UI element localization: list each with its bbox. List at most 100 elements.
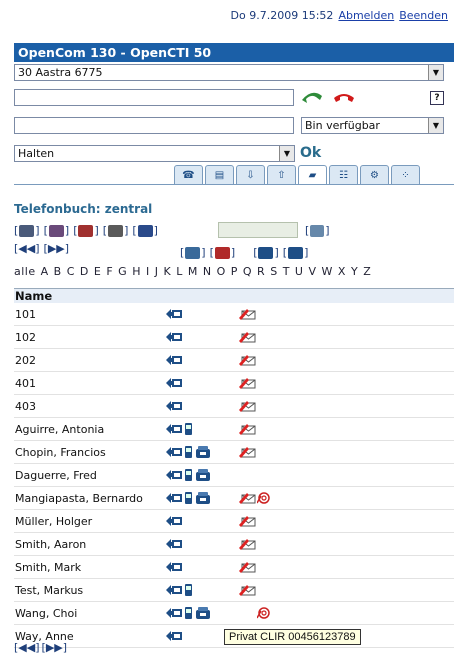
call-business-icon[interactable]	[166, 584, 182, 596]
alpha-letter[interactable]: C	[67, 265, 75, 278]
call-business-icon[interactable]	[166, 469, 182, 481]
edit-entry-icon[interactable]	[238, 515, 256, 527]
exit-link[interactable]: Beenden	[399, 9, 448, 22]
import-button[interactable]: []	[253, 246, 279, 259]
alpha-letter[interactable]: K	[163, 265, 171, 278]
call-mobile-icon[interactable]	[185, 607, 192, 619]
call-private-icon[interactable]	[196, 446, 210, 458]
alpha-letter[interactable]: M	[188, 265, 198, 278]
next-page-button-bottom[interactable]: [▶▶]	[42, 641, 68, 654]
call-action-select[interactable]: Halten ▼	[14, 145, 295, 162]
logout-link[interactable]: Abmelden	[338, 9, 394, 22]
alpha-letter[interactable]: Z	[363, 265, 371, 278]
alpha-letter[interactable]: E	[94, 265, 101, 278]
call-business-icon[interactable]	[166, 492, 182, 504]
alpha-letter[interactable]: N	[203, 265, 212, 278]
new-entry-button[interactable]: []	[180, 246, 206, 259]
status-message-input[interactable]	[14, 117, 294, 134]
alpha-letter[interactable]: S	[270, 265, 277, 278]
alpha-letter[interactable]: Q	[243, 265, 252, 278]
call-business-icon[interactable]	[166, 354, 182, 366]
device-select[interactable]: 30 Aastra 6775 ▼	[14, 64, 444, 81]
prev-page-button-bottom[interactable]: [◀◀]	[14, 641, 40, 654]
call-private-icon[interactable]	[196, 607, 210, 619]
call-business-icon[interactable]	[166, 630, 182, 642]
alpha-letter[interactable]: X	[338, 265, 346, 278]
edit-entry-icon[interactable]	[238, 377, 256, 389]
alpha-letter[interactable]: A	[41, 265, 49, 278]
help-icon[interactable]: ?	[430, 91, 444, 105]
call-business-icon[interactable]	[166, 377, 182, 389]
chevron-down-icon[interactable]: ▼	[428, 65, 443, 80]
alpha-letter[interactable]: D	[80, 265, 89, 278]
delete-entry-button[interactable]: []	[210, 246, 236, 259]
alpha-letter[interactable]: H	[132, 265, 141, 278]
book-central-button[interactable]: []	[73, 224, 99, 237]
accept-call-icon[interactable]	[300, 90, 324, 104]
book-list-button[interactable]: []	[14, 224, 40, 237]
alpha-letter[interactable]: I	[146, 265, 150, 278]
company-book-button[interactable]: []	[132, 224, 158, 237]
alpha-letter[interactable]: B	[54, 265, 62, 278]
tab-users[interactable]: ☷	[329, 165, 358, 185]
tab-redirect[interactable]: ⇧	[267, 165, 296, 185]
call-business-icon[interactable]	[166, 446, 182, 458]
call-business-icon[interactable]	[166, 308, 182, 320]
call-business-icon[interactable]	[166, 400, 182, 412]
call-business-icon[interactable]	[166, 331, 182, 343]
call-mobile-icon[interactable]	[185, 423, 192, 435]
call-business-icon[interactable]	[166, 561, 182, 573]
alpha-letter[interactable]: P	[231, 265, 238, 278]
call-mobile-icon[interactable]	[185, 584, 192, 596]
call-business-icon[interactable]	[166, 538, 182, 550]
book-all-button[interactable]: []	[103, 224, 129, 237]
tab-forward[interactable]: ⇩	[236, 165, 265, 185]
chevron-down-icon[interactable]: ▼	[428, 118, 443, 133]
alpha-letter[interactable]: G	[118, 265, 127, 278]
search-button[interactable]: []	[305, 224, 330, 237]
alpha-letter[interactable]: T	[283, 265, 290, 278]
alpha-letter[interactable]: V	[308, 265, 316, 278]
tab-contacts-card[interactable]: ▤	[205, 165, 234, 185]
filter-input[interactable]	[218, 222, 298, 238]
alpha-letter[interactable]: alle	[14, 265, 36, 278]
call-mobile-icon[interactable]	[185, 446, 192, 458]
call-private-icon[interactable]	[196, 492, 210, 504]
edit-entry-icon[interactable]	[238, 423, 256, 435]
dial-number-input[interactable]	[14, 89, 294, 106]
edit-entry-icon[interactable]	[238, 492, 256, 504]
alpha-letter[interactable]: F	[106, 265, 113, 278]
tab-settings[interactable]: ⚙	[360, 165, 389, 185]
edit-entry-icon[interactable]	[238, 354, 256, 366]
export-button[interactable]: []	[283, 246, 309, 259]
edit-entry-icon[interactable]	[238, 331, 256, 343]
alpha-letter[interactable]: R	[257, 265, 265, 278]
edit-entry-icon[interactable]	[238, 308, 256, 320]
edit-entry-icon[interactable]	[238, 400, 256, 412]
alpha-letter[interactable]: O	[217, 265, 226, 278]
book-private-button[interactable]: []	[44, 224, 70, 237]
call-business-icon[interactable]	[166, 423, 182, 435]
chevron-down-icon[interactable]: ▼	[279, 146, 294, 161]
hangup-icon[interactable]	[332, 90, 356, 104]
tab-extras[interactable]: ⁘	[391, 165, 420, 185]
tab-phonebook[interactable]: ▰	[298, 165, 327, 185]
call-mobile-icon[interactable]	[185, 492, 192, 504]
call-business-icon[interactable]	[166, 607, 182, 619]
edit-entry-icon[interactable]	[238, 561, 256, 573]
call-mobile-icon[interactable]	[185, 469, 192, 481]
edit-entry-icon[interactable]	[238, 584, 256, 596]
call-business-icon[interactable]	[166, 515, 182, 527]
ok-button[interactable]: Ok	[300, 145, 321, 161]
availability-select[interactable]: Bin verfügbar ▼	[301, 117, 444, 134]
call-private-icon[interactable]	[196, 469, 210, 481]
edit-entry-icon[interactable]	[238, 446, 256, 458]
email-icon[interactable]	[256, 607, 270, 619]
edit-entry-icon[interactable]	[238, 538, 256, 550]
next-page-button[interactable]: [▶▶]	[44, 242, 70, 255]
prev-page-button[interactable]: [◀◀]	[14, 242, 40, 255]
alpha-letter[interactable]: J	[155, 265, 159, 278]
alpha-letter[interactable]: L	[176, 265, 183, 278]
tab-calls[interactable]: ☎	[174, 165, 203, 185]
email-icon[interactable]	[256, 492, 270, 504]
